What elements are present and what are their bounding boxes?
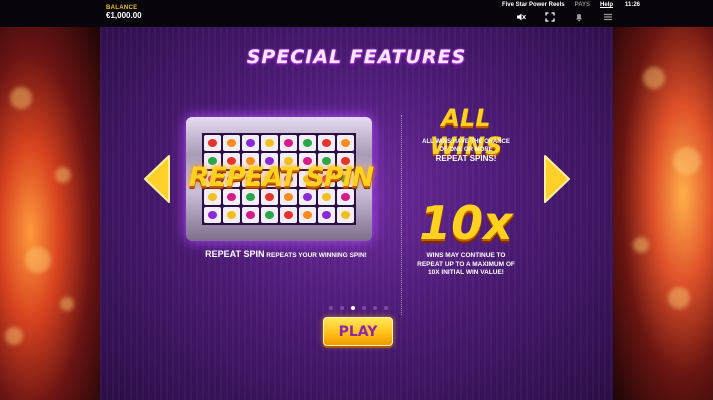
clock: 11:26 — [624, 2, 640, 8]
play-button[interactable]: PLAY — [323, 317, 393, 346]
fruit-icon — [303, 193, 312, 201]
multiplier-line-2: REPEAT UP TO A MAXIMUM OF — [417, 260, 515, 268]
reel-symbol — [242, 135, 259, 151]
page-indicator — [329, 306, 388, 310]
fruit-icon — [208, 139, 217, 147]
reel-symbol — [204, 207, 221, 223]
page-dot[interactable] — [373, 306, 377, 310]
fruit-icon — [246, 193, 255, 201]
multiplier-description: WINS MAY CONTINUE TO REPEAT UP TO A MAXI… — [406, 252, 526, 278]
fruit-icon — [341, 211, 350, 219]
fruit-icon — [322, 193, 331, 201]
repeat-spin-caption: REPEAT SPIN REPEATS YOUR WINNING SPIN! — [186, 249, 386, 259]
fruit-icon — [303, 211, 312, 219]
mute-icon[interactable] — [516, 12, 526, 22]
reel-symbol — [242, 207, 259, 223]
fullscreen-icon[interactable] — [545, 12, 555, 22]
page-dot[interactable] — [329, 306, 333, 310]
fruit-icon — [322, 139, 331, 147]
next-arrow-button[interactable] — [542, 153, 572, 205]
all-wins-line-3: REPEAT SPINS! — [435, 154, 497, 163]
feature-divider — [401, 115, 402, 315]
all-wins-description: ALL WINS HAVE THE CHANCE OF ONE OR MORE … — [406, 138, 526, 164]
fruit-icon — [208, 193, 217, 201]
reel-symbol — [261, 207, 278, 223]
fruit-icon — [265, 193, 274, 201]
page-dot[interactable] — [384, 306, 388, 310]
reel-symbol — [280, 207, 297, 223]
reel-symbol — [204, 135, 221, 151]
fruit-icon — [284, 139, 293, 147]
fruit-icon — [284, 193, 293, 201]
multiplier-line-1: WINS MAY CONTINUE TO — [426, 252, 506, 259]
pays-link[interactable]: PAYS — [575, 2, 590, 8]
balance-value: €1,000.00 — [106, 11, 142, 20]
page-dot[interactable] — [362, 306, 366, 310]
top-bar: BALANCE €1,000.00 Five Star Power Reels … — [0, 0, 713, 27]
fruit-icon — [265, 139, 274, 147]
fruit-icon — [303, 139, 312, 147]
all-wins-line-1: ALL WINS HAVE THE CHANCE — [422, 139, 510, 145]
reel-symbol — [223, 135, 240, 151]
reel-symbol — [299, 135, 316, 151]
page-title: SPECIAL FEATURES — [246, 46, 467, 68]
multiplier-title: 10x — [419, 196, 513, 250]
reel-symbol — [337, 207, 354, 223]
caption-highlight: REPEAT SPIN — [205, 249, 265, 259]
game-name: Five Star Power Reels — [501, 2, 565, 8]
caption-rest: REPEATS YOUR WINNING SPIN! — [264, 252, 367, 259]
balance-display: BALANCE €1,000.00 — [106, 5, 142, 20]
previous-arrow-button[interactable] — [142, 153, 172, 205]
reel-symbol — [299, 207, 316, 223]
all-wins-line-2: OF ONE OR MORE — [439, 147, 493, 153]
fruit-icon — [265, 211, 274, 219]
menu-icon[interactable] — [603, 12, 613, 22]
left-background-lights — [0, 27, 100, 400]
reel-symbol — [223, 207, 240, 223]
fruit-icon — [284, 211, 293, 219]
top-icons — [516, 12, 613, 22]
right-background-lights — [613, 27, 713, 400]
fruit-icon — [246, 211, 255, 219]
reel-symbol — [337, 135, 354, 151]
fruit-icon — [227, 193, 236, 201]
fruit-icon — [208, 211, 217, 219]
reel-symbol — [318, 135, 335, 151]
top-links: Five Star Power Reels PAYS Help — [502, 2, 613, 8]
reel-symbol — [318, 207, 335, 223]
fruit-icon — [227, 139, 236, 147]
notifications-icon[interactable] — [574, 12, 584, 22]
multiplier-line-3: 10X INITIAL WIN VALUE! — [428, 269, 504, 276]
fruit-icon — [246, 139, 255, 147]
reel-symbol — [280, 135, 297, 151]
fruit-icon — [322, 211, 331, 219]
fruit-icon — [341, 139, 350, 147]
fruit-icon — [341, 193, 350, 201]
page-dot[interactable] — [351, 306, 355, 310]
reel-symbol — [261, 135, 278, 151]
repeat-spin-banner: REPEAT SPIN — [188, 162, 374, 193]
fruit-icon — [227, 211, 236, 219]
page-dot[interactable] — [340, 306, 344, 310]
help-link[interactable]: Help — [600, 2, 613, 8]
